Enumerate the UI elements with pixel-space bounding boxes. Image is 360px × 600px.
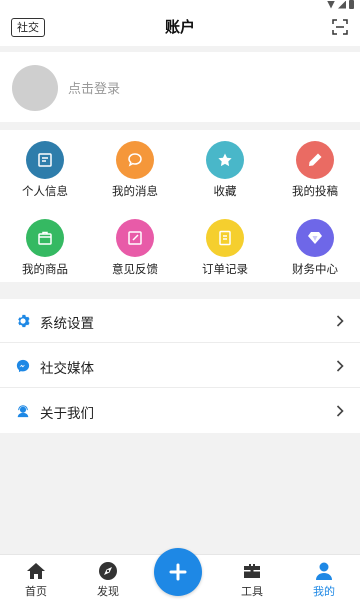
- messenger-icon: [16, 359, 30, 373]
- grid-label: 个人信息: [22, 184, 68, 198]
- grid-label: 我的投稿: [292, 184, 338, 198]
- avatar[interactable]: [12, 65, 58, 111]
- grid-item-favorites[interactable]: 收藏: [180, 132, 270, 202]
- grid-item-orders[interactable]: 订单记录: [180, 210, 270, 280]
- grid-label: 收藏: [213, 184, 237, 198]
- add-button[interactable]: [154, 548, 202, 596]
- menu-item-about-us[interactable]: 关于我们: [0, 389, 360, 433]
- person-icon: [316, 562, 332, 580]
- support-agent-icon: [17, 405, 29, 418]
- chevron-right-icon: [336, 315, 344, 327]
- login-card[interactable]: 点击登录: [0, 52, 360, 122]
- chevron-right-icon: [336, 405, 344, 417]
- menu-label: 系统设置: [40, 316, 94, 332]
- feature-grid: 个人信息 我的消息 收藏 我的投稿 我的商品 意见反馈 订单记录 财务中心: [0, 130, 360, 282]
- shopping-bag-icon: [26, 219, 64, 257]
- tab-label: 工具: [241, 585, 263, 598]
- edit-note-icon: [116, 219, 154, 257]
- grid-label: 我的消息: [112, 184, 158, 198]
- page-title: 账户: [164, 18, 195, 36]
- status-icons: [327, 0, 354, 9]
- menu-item-system-settings[interactable]: 系统设置: [0, 299, 360, 343]
- message-bubble-icon: [116, 141, 154, 179]
- tab-home[interactable]: 首页: [0, 555, 72, 600]
- tab-discover[interactable]: 发现: [72, 555, 144, 600]
- star-icon: [206, 141, 244, 179]
- grid-item-feedback[interactable]: 意见反馈: [90, 210, 180, 280]
- plus-icon: [169, 563, 187, 581]
- status-bar: [0, 0, 360, 10]
- tab-tools[interactable]: 工具: [216, 555, 288, 600]
- menu-label: 社交媒体: [40, 361, 94, 377]
- grid-label: 订单记录: [202, 262, 248, 276]
- battery-icon: [349, 0, 354, 9]
- grid-label: 财务中心: [292, 262, 338, 276]
- wifi-icon: [327, 0, 335, 9]
- tab-mine[interactable]: 我的: [288, 555, 360, 600]
- signal-icon: [338, 0, 346, 9]
- chevron-right-icon: [336, 360, 344, 372]
- diamond-icon: [296, 219, 334, 257]
- tab-label: 首页: [25, 585, 47, 598]
- scan-icon[interactable]: [332, 19, 348, 35]
- profile-card-icon: [26, 141, 64, 179]
- menu-label: 关于我们: [40, 406, 94, 422]
- settings-menu: 系统设置 社交媒体 关于我们: [0, 299, 360, 433]
- pencil-icon: [296, 141, 334, 179]
- app-header: 社交 账户: [0, 10, 360, 46]
- grid-item-finance[interactable]: 财务中心: [270, 210, 360, 280]
- grid-label: 意见反馈: [112, 262, 158, 276]
- tab-label: 我的: [313, 585, 335, 598]
- grid-item-products[interactable]: 我的商品: [0, 210, 90, 280]
- toolbox-icon: [244, 564, 260, 578]
- login-prompt[interactable]: 点击登录: [68, 78, 120, 97]
- gear-icon: [18, 314, 30, 328]
- compass-icon: [99, 562, 117, 580]
- grid-label: 我的商品: [22, 262, 68, 276]
- document-icon: [206, 219, 244, 257]
- home-icon: [27, 563, 45, 579]
- grid-item-messages[interactable]: 我的消息: [90, 132, 180, 202]
- grid-item-submissions[interactable]: 我的投稿: [270, 132, 360, 202]
- grid-item-profile[interactable]: 个人信息: [0, 132, 90, 202]
- menu-item-social-media[interactable]: 社交媒体: [0, 344, 360, 388]
- tab-label: 发现: [97, 585, 119, 598]
